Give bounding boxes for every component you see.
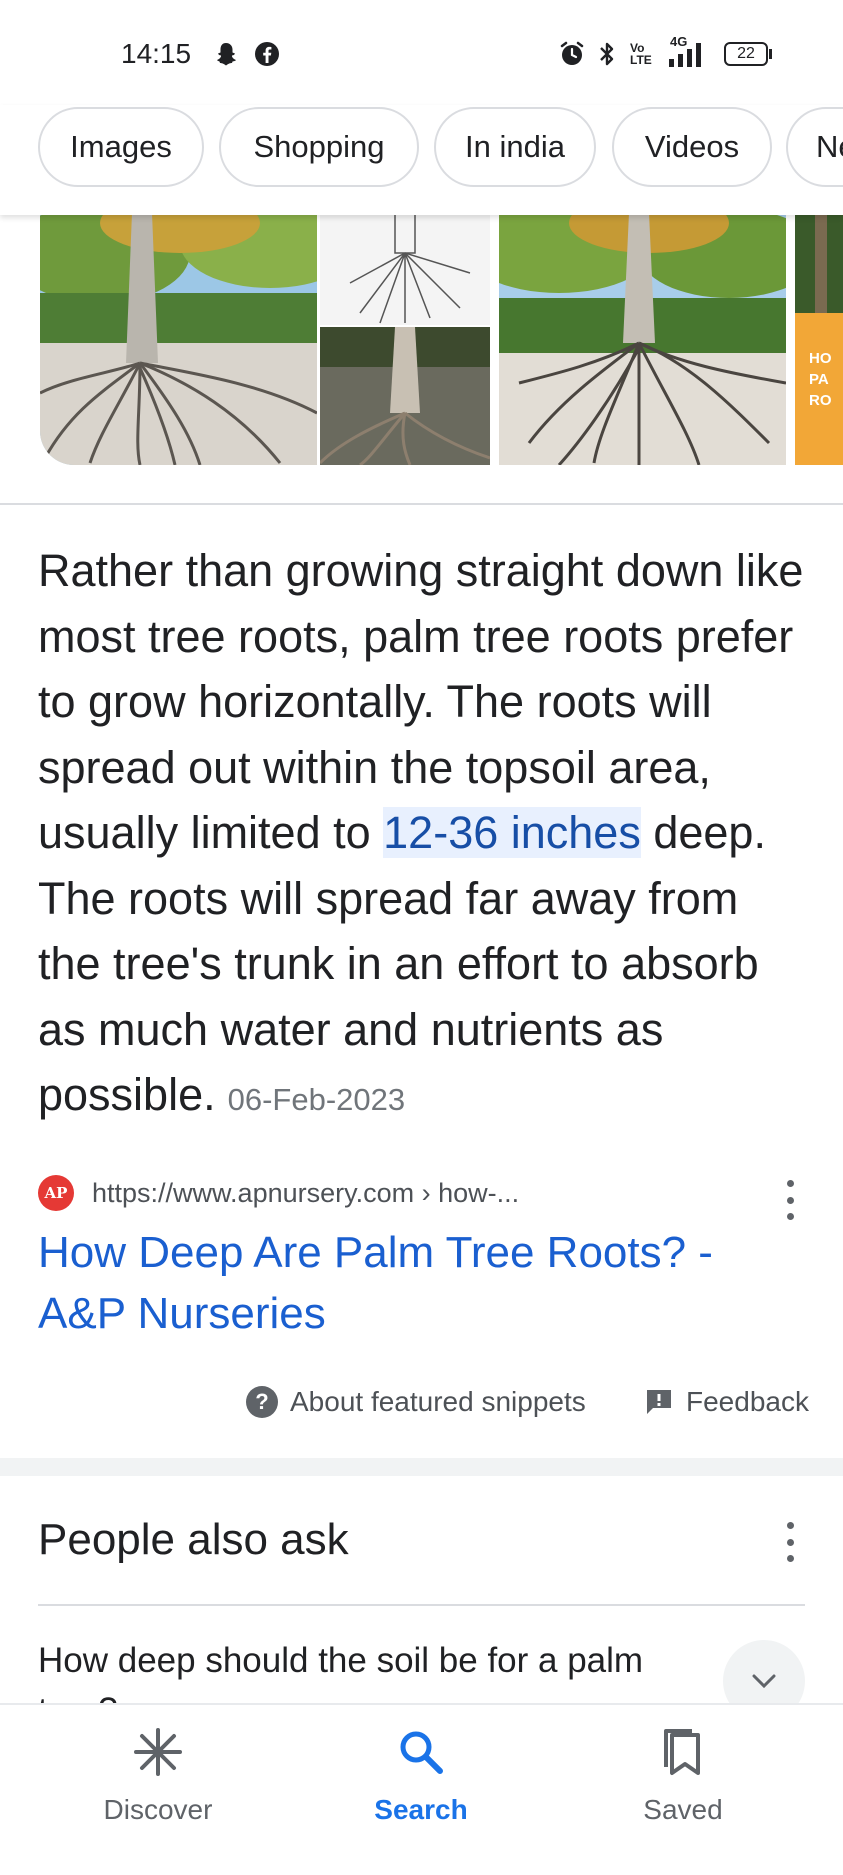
chip-in-india[interactable]: In india bbox=[434, 107, 596, 187]
chip-news[interactable]: Ne bbox=[786, 107, 843, 187]
alarm-icon bbox=[556, 38, 588, 70]
bottom-navigation: Discover Search Saved bbox=[0, 1703, 843, 1875]
asterisk-icon bbox=[133, 1727, 183, 1782]
battery-level: 22 bbox=[724, 42, 768, 66]
help-icon: ? bbox=[246, 1386, 278, 1418]
bluetooth-icon bbox=[594, 38, 620, 70]
result-source[interactable]: AP https://www.apnursery.com › how-... bbox=[38, 1173, 818, 1213]
battery-icon: 22 bbox=[722, 38, 774, 70]
nav-saved[interactable]: Saved bbox=[593, 1727, 773, 1826]
network-type-label: 4G bbox=[670, 34, 688, 49]
about-featured-snippets-label: About featured snippets bbox=[290, 1386, 586, 1417]
feedback-link[interactable]: Feedback bbox=[644, 1380, 809, 1424]
image-card-text: HO PA RO bbox=[809, 350, 832, 409]
result-more-options-icon[interactable] bbox=[775, 1180, 805, 1220]
palm-roots-image-4[interactable]: HO PA RO bbox=[795, 213, 843, 465]
status-time: 14:15 bbox=[121, 38, 192, 69]
result-title-link[interactable]: How Deep Are Palm Tree Roots? - A&P Nurs… bbox=[38, 1222, 798, 1344]
people-also-ask-heading: People also ask bbox=[38, 1515, 349, 1564]
facebook-icon bbox=[252, 38, 282, 70]
featured-snippet-text: Rather than growing straight down like m… bbox=[38, 538, 808, 1133]
nav-discover[interactable]: Discover bbox=[68, 1727, 248, 1826]
palm-roots-image-3[interactable] bbox=[499, 213, 786, 465]
feedback-icon bbox=[644, 1387, 674, 1417]
status-bar: 14:15 Vo LTE 4G 22 bbox=[0, 0, 843, 105]
chip-shopping[interactable]: Shopping bbox=[219, 107, 419, 187]
filter-chips-bar: Images Shopping In india Videos Ne bbox=[0, 105, 843, 215]
section-divider bbox=[0, 503, 843, 505]
section-separator bbox=[0, 1458, 843, 1476]
nav-discover-label: Discover bbox=[103, 1794, 213, 1825]
nav-saved-label: Saved bbox=[643, 1794, 723, 1825]
search-icon bbox=[396, 1727, 446, 1782]
palm-roots-image-1[interactable] bbox=[40, 213, 317, 465]
4g-signal-icon: 4G bbox=[666, 34, 718, 70]
chip-images[interactable]: Images bbox=[38, 107, 204, 187]
result-url[interactable]: https://www.apnursery.com › how-... bbox=[92, 1178, 519, 1209]
paa-divider bbox=[38, 1604, 805, 1606]
paa-more-options-icon[interactable] bbox=[775, 1522, 805, 1562]
site-favicon: AP bbox=[38, 1175, 74, 1211]
about-featured-snippets-link[interactable]: ? About featured snippets bbox=[246, 1380, 586, 1424]
volte-icon: Vo LTE bbox=[630, 41, 652, 67]
image-carousel: HO PA RO bbox=[0, 213, 843, 465]
palm-roots-image-2[interactable] bbox=[320, 213, 490, 465]
nav-search-label: Search bbox=[374, 1794, 468, 1825]
snapchat-icon bbox=[210, 38, 242, 70]
snippet-date: 06-Feb-2023 bbox=[227, 1082, 406, 1117]
snippet-highlight: 12-36 inches bbox=[383, 807, 641, 858]
chip-videos[interactable]: Videos bbox=[612, 107, 772, 187]
bookmarks-icon bbox=[658, 1727, 708, 1782]
nav-search[interactable]: Search bbox=[331, 1727, 511, 1826]
feedback-label: Feedback bbox=[686, 1386, 809, 1417]
